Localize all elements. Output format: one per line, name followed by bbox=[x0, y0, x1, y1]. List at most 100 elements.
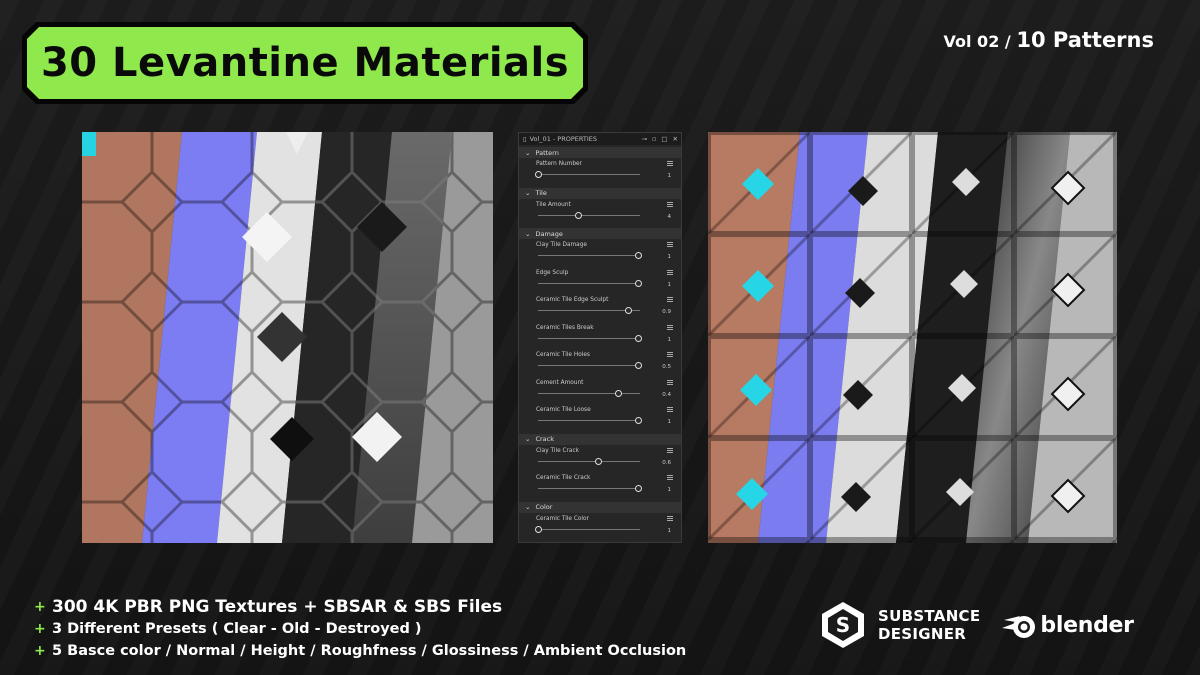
feature-item: + 5 Basce color / Normal / Height / Roug… bbox=[34, 640, 686, 662]
menu-icon[interactable] bbox=[667, 161, 673, 166]
properties-header: ▯ Vol_01 - PROPERTIES ⊸ ▫ □ ✕ bbox=[519, 133, 681, 145]
param-label: Ceramic Tile Edge Sculpt bbox=[536, 297, 609, 303]
param-row: Ceramic Tile Edge Sculpt 0.9 bbox=[519, 294, 681, 322]
document-icon: ▯ bbox=[523, 135, 527, 143]
section-crack[interactable]: ⌄ Crack bbox=[519, 433, 681, 445]
svg-text:S: S bbox=[836, 613, 850, 637]
square-pattern-image bbox=[708, 132, 1117, 543]
pattern-count: 10 Patterns bbox=[1016, 28, 1154, 52]
menu-icon[interactable] bbox=[667, 447, 673, 453]
feature-text: 300 4K PBR PNG Textures + SBSAR & SBS Fi… bbox=[52, 597, 503, 617]
param-label: Ceramic Tile Color bbox=[536, 515, 589, 522]
slider-track[interactable] bbox=[538, 420, 640, 421]
square-pattern-preview bbox=[708, 132, 1117, 543]
blender-icon bbox=[1002, 616, 1036, 638]
slider-track[interactable] bbox=[538, 255, 640, 256]
slider-handle[interactable] bbox=[635, 362, 642, 369]
slider-track[interactable] bbox=[538, 337, 640, 339]
octagon-pattern-image bbox=[82, 132, 493, 543]
param-label: Clay Tile Crack bbox=[536, 447, 580, 454]
param-label: Pattern Number bbox=[536, 161, 582, 167]
section-damage[interactable]: ⌄ Damage bbox=[519, 228, 681, 239]
menu-icon[interactable] bbox=[667, 269, 673, 275]
chevron-down-icon[interactable]: ⌄ bbox=[525, 189, 530, 197]
param-value: 0.9 bbox=[662, 309, 671, 315]
plus-icon: + bbox=[34, 599, 46, 615]
volume-separator: / bbox=[1004, 32, 1011, 51]
float-icon[interactable]: ▫ bbox=[652, 135, 656, 143]
param-label: Ceramic Tile Holes bbox=[536, 352, 590, 358]
properties-body: ⌄ Pattern Pattern Number 1 ⌄ Tile Tile Amount 4… bbox=[519, 147, 681, 540]
slider-handle[interactable] bbox=[635, 279, 642, 287]
chevron-down-icon[interactable]: ⌄ bbox=[525, 230, 530, 238]
menu-icon[interactable] bbox=[667, 407, 673, 412]
param-row: Tile Amount 4 bbox=[519, 199, 681, 227]
param-value: 1 bbox=[667, 419, 672, 425]
param-row: Ceramic Tile Crack 1 bbox=[519, 472, 681, 500]
chevron-down-icon[interactable]: ⌄ bbox=[525, 503, 530, 511]
slider-handle[interactable] bbox=[535, 171, 542, 178]
menu-icon[interactable] bbox=[667, 379, 673, 385]
param-value: 0.5 bbox=[662, 364, 671, 370]
slider-handle[interactable] bbox=[625, 307, 632, 314]
menu-icon[interactable] bbox=[667, 475, 673, 480]
pin-icon[interactable]: ⊸ bbox=[642, 135, 647, 143]
section-label: Tile bbox=[535, 189, 547, 197]
param-label: Edge Sculp bbox=[536, 269, 569, 276]
slider-handle[interactable] bbox=[595, 457, 602, 465]
blender-logo: blender bbox=[1002, 610, 1134, 640]
section-color[interactable]: ⌄ Color bbox=[519, 501, 681, 513]
maximize-icon[interactable]: □ bbox=[661, 135, 667, 143]
menu-icon[interactable] bbox=[667, 201, 673, 207]
slider-handle[interactable] bbox=[635, 485, 642, 492]
menu-icon[interactable] bbox=[667, 515, 673, 521]
param-value: 1 bbox=[667, 254, 672, 260]
slider-track[interactable] bbox=[538, 214, 640, 216]
param-label: Ceramic Tile Crack bbox=[536, 475, 591, 481]
slider-handle[interactable] bbox=[635, 417, 642, 424]
feature-item: + 3 Different Presets ( Clear - Old - De… bbox=[34, 618, 686, 640]
section-label: Color bbox=[535, 503, 553, 511]
section-tile[interactable]: ⌄ Tile bbox=[519, 187, 681, 199]
feature-item: + 300 4K PBR PNG Textures + SBSAR & SBS … bbox=[34, 596, 686, 618]
plus-icon: + bbox=[34, 643, 46, 659]
slider-track[interactable] bbox=[538, 174, 640, 175]
menu-icon[interactable] bbox=[667, 352, 673, 357]
param-label: Ceramic Tile Loose bbox=[536, 407, 591, 413]
param-row: Ceramic Tile Loose 1 bbox=[519, 404, 681, 432]
param-row: Ceramic Tiles Break 1 bbox=[519, 322, 681, 350]
chevron-down-icon[interactable]: ⌄ bbox=[525, 149, 530, 157]
menu-icon[interactable] bbox=[667, 324, 673, 330]
volume-label: Vol 02 / 10 Patterns bbox=[944, 28, 1155, 52]
param-label: Tile Amount bbox=[536, 201, 571, 208]
param-label: Cement Amount bbox=[536, 379, 584, 386]
chevron-down-icon[interactable]: ⌄ bbox=[525, 435, 530, 443]
slider-handle[interactable] bbox=[575, 211, 582, 219]
slider-handle[interactable] bbox=[635, 252, 642, 259]
slider-track[interactable] bbox=[538, 392, 640, 394]
slider-handle[interactable] bbox=[635, 334, 642, 342]
section-label: Crack bbox=[535, 435, 554, 443]
designer-line: DESIGNER bbox=[878, 625, 967, 643]
slider-track[interactable] bbox=[538, 282, 640, 284]
param-row: Edge Sculp 1 bbox=[519, 267, 681, 295]
section-pattern[interactable]: ⌄ Pattern bbox=[519, 147, 681, 158]
param-row: Clay Tile Crack 0.6 bbox=[519, 445, 681, 473]
feature-text: 3 Different Presets ( Clear - Old - Dest… bbox=[52, 621, 422, 637]
volume-number: Vol 02 bbox=[943, 32, 1000, 51]
slider-track[interactable] bbox=[538, 460, 640, 462]
param-row: Pattern Number 1 bbox=[519, 158, 681, 186]
slider-track[interactable] bbox=[538, 365, 640, 366]
slider-handle[interactable] bbox=[535, 525, 542, 533]
param-row: Cement Amount 0.4 bbox=[519, 377, 681, 405]
feature-list: + 300 4K PBR PNG Textures + SBSAR & SBS … bbox=[34, 596, 686, 662]
menu-icon[interactable] bbox=[667, 297, 673, 302]
close-icon[interactable]: ✕ bbox=[673, 135, 678, 143]
octagon-pattern-preview bbox=[82, 132, 493, 543]
substance-designer-icon: S bbox=[818, 600, 868, 650]
slider-track[interactable] bbox=[538, 488, 640, 489]
plus-icon: + bbox=[34, 621, 46, 637]
slider-handle[interactable] bbox=[615, 389, 622, 397]
menu-icon[interactable] bbox=[667, 242, 673, 247]
slider-track[interactable] bbox=[538, 528, 640, 530]
